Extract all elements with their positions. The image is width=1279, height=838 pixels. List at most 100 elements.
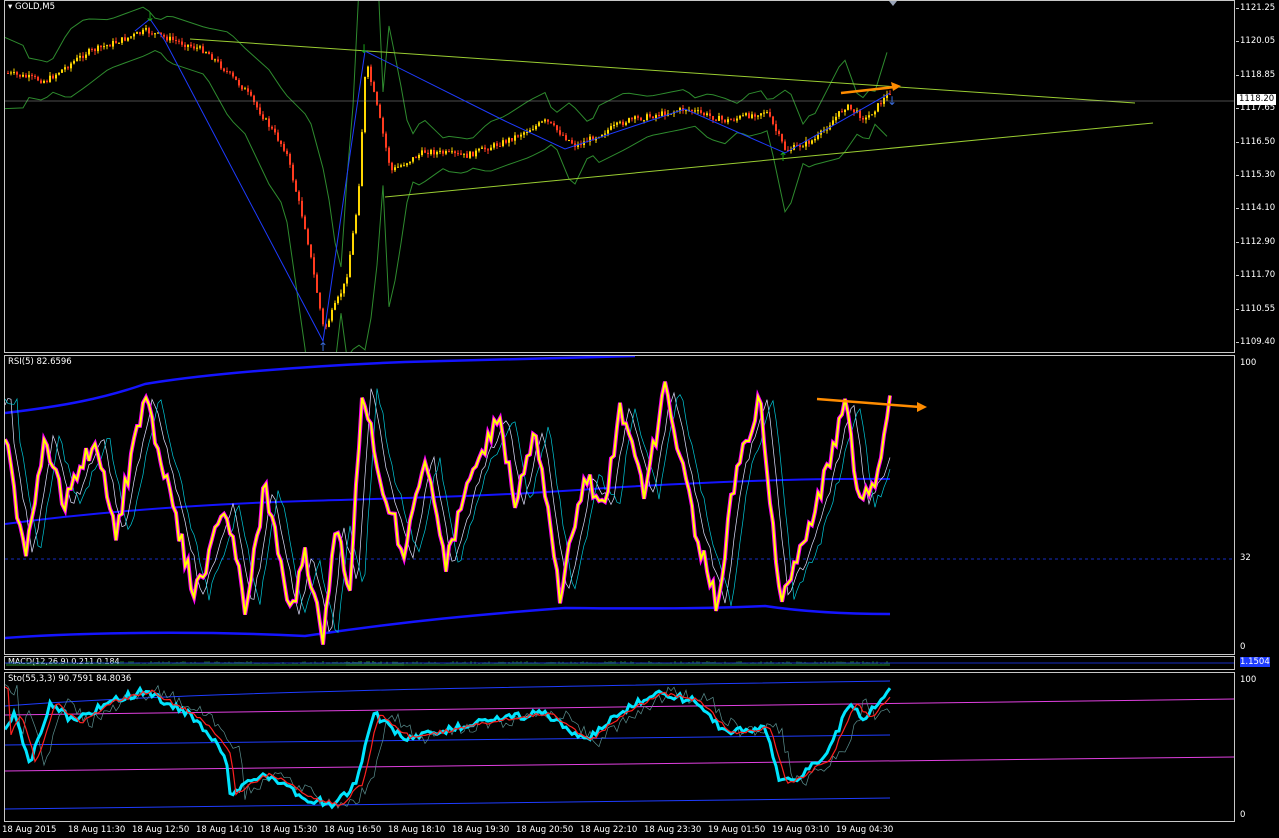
candle-body	[10, 72, 12, 74]
stochastic-plot	[5, 680, 1234, 810]
candle-body	[289, 154, 291, 165]
candle-body	[277, 132, 279, 141]
candle-body	[733, 119, 735, 121]
macd-plot	[5, 661, 1234, 666]
candle-body	[241, 85, 243, 90]
candle-body	[400, 165, 402, 167]
candle-body	[694, 110, 696, 112]
candle-body	[532, 129, 534, 131]
candle-body	[91, 49, 93, 51]
candle-body	[640, 117, 642, 121]
candle-body	[631, 118, 633, 120]
macd-scale: 1.1504	[1236, 656, 1279, 670]
time-axis[interactable]: 18 Aug 2015 18 Aug 11:30 18 Aug 12:50 18 Au…	[0, 822, 1236, 838]
time-label: 18 Aug 11:30	[68, 825, 126, 835]
candle-body	[148, 28, 150, 34]
price-chart-pane[interactable]: ▾ GOLD,M5 ↓ ↓ ↑ ↑ ↓	[4, 0, 1235, 353]
candle-body	[16, 72, 18, 75]
candle-body	[424, 150, 426, 153]
candle-body	[223, 68, 225, 71]
candle-body	[727, 119, 729, 123]
candle-body	[715, 119, 717, 121]
candle-body	[82, 55, 84, 58]
candle-body	[625, 122, 627, 125]
candle-body	[250, 91, 252, 96]
candle-body	[508, 137, 510, 143]
candle-body	[292, 164, 294, 181]
stochastic-pane[interactable]: Sto(55,3,3) 90.7591 84.8036	[4, 672, 1235, 822]
sto-main-line	[5, 685, 892, 810]
candle-body	[493, 143, 495, 148]
candle-body	[721, 115, 723, 120]
candle-body	[274, 128, 276, 133]
candle-body	[154, 33, 156, 35]
candle-body	[112, 41, 114, 47]
candle-body	[484, 147, 486, 150]
macd-pane[interactable]: MACD(12,26,9) 0.211 0.184	[4, 656, 1235, 670]
candle-body	[394, 167, 396, 171]
candle-body	[178, 40, 180, 42]
time-label: 18 Aug 22:10	[580, 825, 638, 835]
price-scale[interactable]: 1121.25 1120.05 1118.85 1117.65 1116.50 1115.…	[1236, 0, 1279, 353]
candle-body	[571, 140, 573, 144]
candle-body	[811, 140, 813, 144]
candle-body	[565, 135, 567, 141]
candle-body	[196, 47, 198, 49]
candle-body	[427, 152, 429, 155]
candle-body	[556, 125, 558, 131]
candle-body	[349, 254, 351, 278]
candle-body	[457, 153, 459, 155]
candle-body	[784, 141, 786, 150]
candle-body	[376, 91, 378, 105]
candle-body	[295, 180, 297, 192]
candle-body	[181, 41, 183, 45]
candle-body	[403, 165, 405, 167]
candle-body	[370, 66, 372, 83]
candle-body	[607, 129, 609, 134]
candle-body	[226, 70, 228, 72]
candle-body	[421, 150, 423, 155]
orange-arrow-head	[891, 82, 901, 91]
candle-body	[838, 111, 840, 117]
candle-body	[520, 134, 522, 137]
candle-body	[136, 32, 138, 34]
down-arrow-marker: ↓	[887, 94, 897, 108]
candle-body	[229, 71, 231, 73]
candle-body	[703, 112, 705, 116]
candle-body	[13, 72, 15, 74]
candle-body	[763, 112, 765, 114]
candle-body	[550, 121, 552, 124]
price-label: 1118.85	[1240, 69, 1276, 80]
candle-body	[49, 75, 51, 82]
candle-body	[742, 115, 744, 117]
candle-body	[628, 118, 630, 123]
shift-marker-icon	[889, 1, 897, 6]
candle-body	[31, 74, 33, 76]
rsi-pane[interactable]: RSI(5) 82.6596	[4, 355, 1235, 655]
candle-body	[865, 117, 867, 120]
candle-body	[643, 120, 645, 122]
candle-body	[355, 215, 357, 234]
up-arrow-marker: ↑	[318, 340, 328, 353]
price-plot: ↓ ↓ ↑ ↑ ↓	[5, 1, 1234, 353]
candle-body	[853, 109, 855, 113]
candle-body	[208, 52, 210, 55]
candle-body	[151, 33, 153, 35]
candle-body	[379, 104, 381, 118]
candle-body	[169, 36, 171, 41]
candle-body	[604, 133, 606, 135]
candle-body	[214, 59, 216, 61]
zigzag-line	[134, 18, 891, 343]
candle-body	[109, 45, 111, 47]
candle-body	[361, 132, 363, 187]
candle-body	[769, 112, 771, 117]
candle-body	[691, 109, 693, 112]
candle-body	[85, 54, 87, 58]
candle-body	[340, 293, 342, 297]
candle-body	[877, 103, 879, 112]
candle-body	[142, 29, 144, 34]
candle-body	[373, 82, 375, 92]
candle-body	[118, 42, 120, 44]
candle-body	[124, 37, 126, 41]
rsi-orange-arrow-head	[917, 402, 927, 412]
